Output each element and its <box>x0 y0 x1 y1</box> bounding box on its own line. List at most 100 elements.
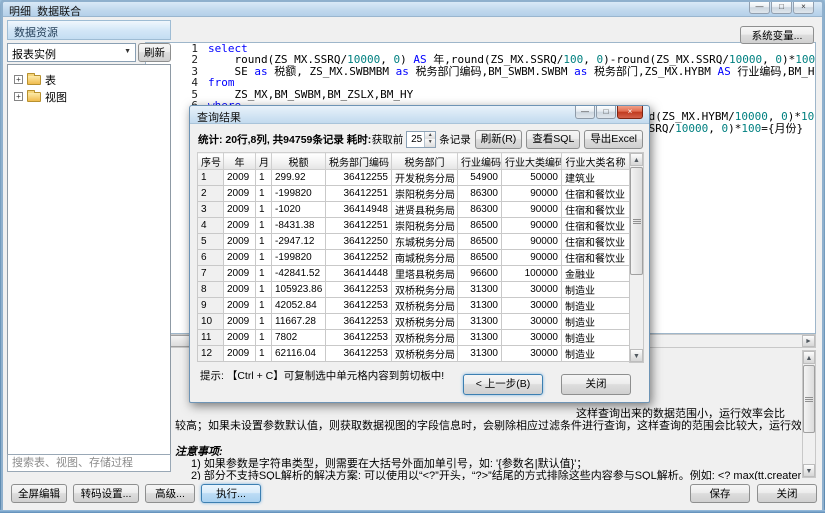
table-cell[interactable]: 住宿和餐饮业 <box>562 250 630 266</box>
scroll-up-icon[interactable]: ▲ <box>630 153 643 166</box>
table-cell[interactable]: 2009 <box>224 314 256 330</box>
table-cell[interactable]: 36412250 <box>326 234 392 250</box>
table-cell[interactable]: 金融业 <box>562 266 630 282</box>
dialog-restore-button[interactable]: □ <box>596 106 616 119</box>
tree-expand-icon[interactable]: + <box>14 75 23 84</box>
tree-item[interactable]: +表 <box>12 71 166 88</box>
table-cell[interactable]: 2009 <box>224 186 256 202</box>
table-cell[interactable]: 2009 <box>224 266 256 282</box>
table-cell[interactable]: 1 <box>256 250 272 266</box>
table-cell[interactable]: 双桥税务分局 <box>392 346 458 362</box>
table-row[interactable]: 320091-102036414948进贤县税务局8630090000住宿和餐饮… <box>198 202 630 218</box>
dialog-refresh-button[interactable]: 刷新(R) <box>475 130 523 149</box>
table-cell[interactable]: 双桥税务分局 <box>392 282 458 298</box>
table-cell[interactable]: 制造业 <box>562 314 630 330</box>
advanced-button[interactable]: 高级... <box>145 484 195 503</box>
search-input[interactable] <box>7 454 171 472</box>
table-cell[interactable]: 30000 <box>502 346 562 362</box>
table-header-cell[interactable]: 行业大类名称 <box>562 153 630 170</box>
table-cell[interactable]: 90000 <box>502 218 562 234</box>
window-minimize-button[interactable]: — <box>749 2 770 14</box>
table-cell[interactable]: -2947.12 <box>272 234 326 250</box>
scrollbar-thumb[interactable] <box>803 365 815 433</box>
table-cell[interactable]: 36412255 <box>326 170 392 186</box>
table-header-cell[interactable]: 序号 <box>198 153 224 170</box>
table-cell[interactable]: 7 <box>198 266 224 282</box>
window-maximize-button[interactable]: □ <box>771 2 792 14</box>
table-cell[interactable]: 住宿和餐饮业 <box>562 218 630 234</box>
tree-item[interactable]: +视图 <box>12 88 166 105</box>
table-cell[interactable]: 42052.84 <box>272 298 326 314</box>
table-cell[interactable]: 36412253 <box>326 298 392 314</box>
table-cell[interactable]: 31300 <box>458 346 502 362</box>
export-excel-button[interactable]: 导出Excel <box>584 130 643 149</box>
table-cell[interactable]: 86500 <box>458 250 502 266</box>
table-cell[interactable]: 86300 <box>458 202 502 218</box>
table-cell[interactable]: 86500 <box>458 234 502 250</box>
table-header-cell[interactable]: 年 <box>224 153 256 170</box>
table-cell[interactable]: 96600 <box>458 266 502 282</box>
table-header-cell[interactable]: 行业大类编码 <box>502 153 562 170</box>
system-variables-button[interactable]: 系统变量... <box>740 26 814 44</box>
table-cell[interactable]: 里塔县税务局 <box>392 266 458 282</box>
dialog-close-button[interactable]: 关闭 <box>561 374 631 395</box>
fetch-count-spinner[interactable]: 25 ▲ ▼ <box>406 131 436 148</box>
table-cell[interactable]: 54900 <box>458 170 502 186</box>
spinner-down-icon[interactable]: ▼ <box>425 139 435 147</box>
window-close-button[interactable]: × <box>793 2 814 14</box>
table-cell[interactable]: 开发税务分局 <box>392 170 458 186</box>
transcode-settings-button[interactable]: 转码设置... <box>73 484 139 503</box>
table-cell[interactable]: 2009 <box>224 170 256 186</box>
dialog-close-icon[interactable]: × <box>617 106 643 119</box>
table-cell[interactable]: 1 <box>256 170 272 186</box>
table-cell[interactable]: 36412251 <box>326 218 392 234</box>
table-header-cell[interactable]: 税务部门 <box>392 153 458 170</box>
window-titlebar[interactable]: 明细_数据联合 — □ × <box>3 2 822 17</box>
table-cell[interactable]: 31300 <box>458 314 502 330</box>
table-cell[interactable]: 6 <box>198 250 224 266</box>
table-cell[interactable]: 50000 <box>502 170 562 186</box>
table-cell[interactable]: 36412253 <box>326 330 392 346</box>
help-vertical-scrollbar[interactable]: ▲ ▼ <box>802 350 816 478</box>
table-cell[interactable]: 住宿和餐饮业 <box>562 234 630 250</box>
table-cell[interactable]: 制造业 <box>562 298 630 314</box>
table-cell[interactable]: 制造业 <box>562 282 630 298</box>
table-cell[interactable]: 105923.86 <box>272 282 326 298</box>
table-cell[interactable]: 10 <box>198 314 224 330</box>
table-cell[interactable]: 东城税务分局 <box>392 234 458 250</box>
table-cell[interactable]: 30000 <box>502 298 562 314</box>
table-cell[interactable]: 30000 <box>502 314 562 330</box>
table-cell[interactable]: 7802 <box>272 330 326 346</box>
table-cell[interactable]: 2009 <box>224 298 256 314</box>
result-table[interactable]: 序号年月税额税务部门编码税务部门行业编码行业大类编码行业大类名称12009129… <box>197 152 630 362</box>
table-row[interactable]: 102009111667.2836412253双桥税务分局3130030000制… <box>198 314 630 330</box>
table-cell[interactable]: 100000 <box>502 266 562 282</box>
table-header-cell[interactable]: 税务部门编码 <box>326 153 392 170</box>
table-cell[interactable]: 2009 <box>224 330 256 346</box>
table-header-cell[interactable]: 月 <box>256 153 272 170</box>
scrollbar-thumb[interactable] <box>630 167 643 275</box>
table-cell[interactable]: 2009 <box>224 250 256 266</box>
table-cell[interactable]: 90000 <box>502 202 562 218</box>
table-row[interactable]: 1120091780236412253双桥税务分局3130030000制造业 <box>198 330 630 346</box>
table-cell[interactable]: 12 <box>198 346 224 362</box>
table-cell[interactable]: 11667.28 <box>272 314 326 330</box>
table-cell[interactable]: 双桥税务分局 <box>392 298 458 314</box>
table-header-cell[interactable]: 行业编码 <box>458 153 502 170</box>
table-cell[interactable]: 1 <box>256 234 272 250</box>
table-cell[interactable]: 进贤县税务局 <box>392 202 458 218</box>
table-cell[interactable]: 36412253 <box>326 346 392 362</box>
table-cell[interactable]: 1 <box>256 202 272 218</box>
tree-expand-icon[interactable]: + <box>14 92 23 101</box>
table-cell[interactable]: 1 <box>256 314 272 330</box>
table-cell[interactable]: 2 <box>198 186 224 202</box>
table-cell[interactable]: 1 <box>256 218 272 234</box>
table-cell[interactable]: -199820 <box>272 250 326 266</box>
table-cell[interactable]: -199820 <box>272 186 326 202</box>
table-cell[interactable]: 1 <box>256 186 272 202</box>
table-cell[interactable]: 双桥税务分局 <box>392 330 458 346</box>
execute-button[interactable]: 执行... <box>201 484 261 503</box>
table-row[interactable]: 92009142052.8436412253双桥税务分局3130030000制造… <box>198 298 630 314</box>
table-cell[interactable]: 8 <box>198 282 224 298</box>
table-cell[interactable]: 2009 <box>224 218 256 234</box>
